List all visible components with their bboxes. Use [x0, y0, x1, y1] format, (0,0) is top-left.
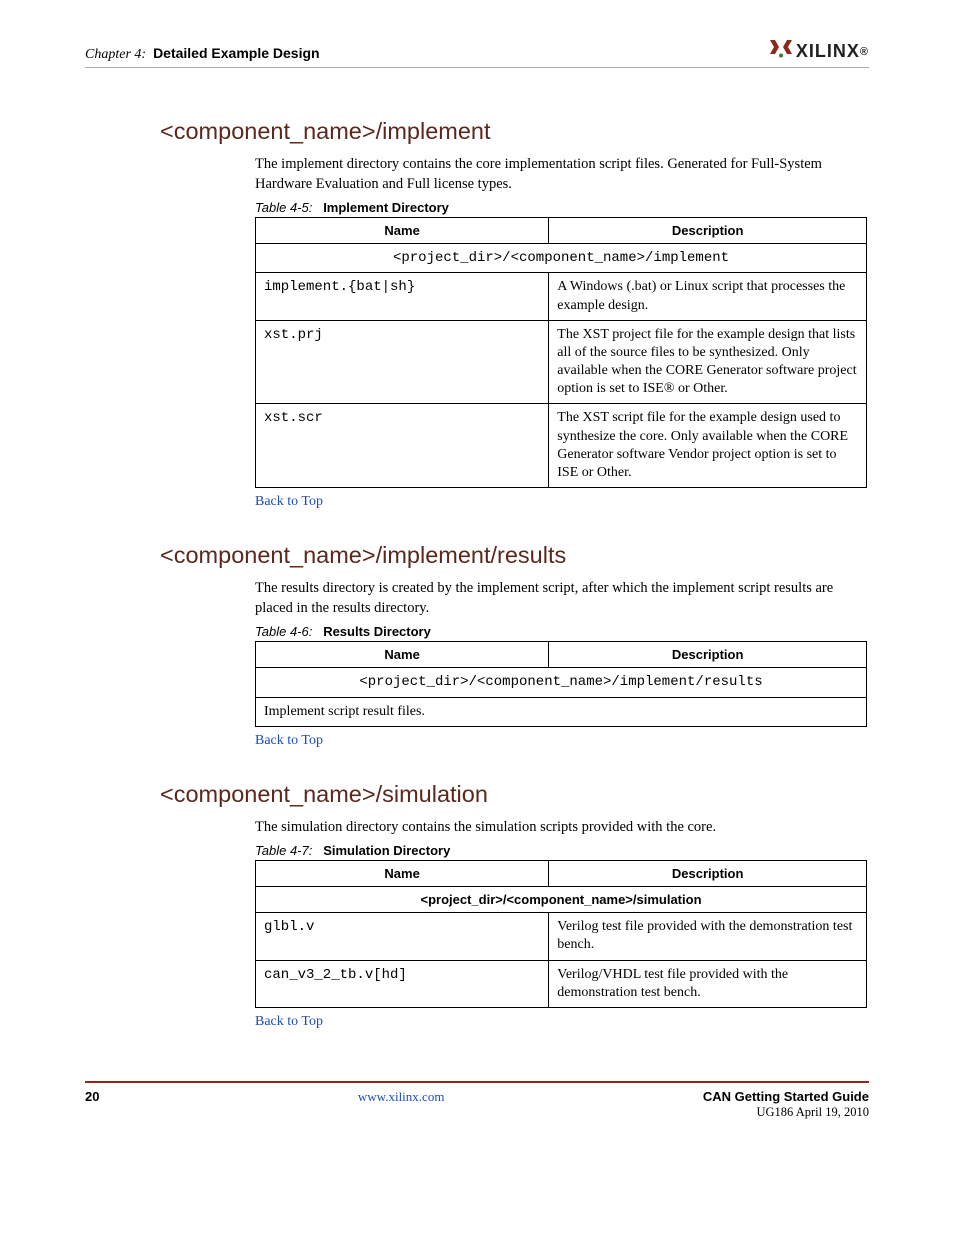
xilinx-url-link[interactable]: www.xilinx.com	[358, 1089, 445, 1104]
col-name: Name	[256, 218, 549, 244]
section-heading-implement: <component_name>/implement	[160, 118, 869, 145]
table-header-row: Name Description	[256, 642, 867, 668]
table-path-row: <project_dir>/<component_name>/implement	[256, 244, 867, 273]
back-to-top-link[interactable]: Back to Top	[255, 494, 869, 510]
table-caption: Table 4-7: Simulation Directory	[255, 843, 869, 858]
table-row: can_v3_2_tb.v[hd] Verilog/VHDL test file…	[256, 960, 867, 1007]
table-label: Table 4-7:	[255, 843, 312, 858]
footer-url: www.xilinx.com	[358, 1089, 445, 1105]
section-heading-simulation: <component_name>/simulation	[160, 781, 869, 808]
section-intro: The simulation directory contains the si…	[255, 818, 869, 838]
logo-icon	[770, 40, 792, 63]
section-heading-results: <component_name>/implement/results	[160, 542, 869, 569]
table-row: xst.prj The XST project file for the exa…	[256, 320, 867, 404]
section-intro: The implement directory contains the cor…	[255, 155, 869, 194]
footer-right: CAN Getting Started Guide UG186 April 19…	[703, 1089, 869, 1120]
ug-number: UG186 April 19, 2010	[756, 1105, 869, 1119]
table-row: Implement script result files.	[256, 697, 867, 726]
table-label: Table 4-6:	[255, 624, 312, 639]
table-title: Implement Directory	[323, 200, 449, 215]
back-to-top-link[interactable]: Back to Top	[255, 1014, 869, 1030]
chapter-label: Chapter 4: Detailed Example Design	[85, 45, 320, 63]
table-header-row: Name Description	[256, 861, 867, 887]
col-name: Name	[256, 861, 549, 887]
table-label: Table 4-5:	[255, 200, 312, 215]
implement-directory-table: Name Description <project_dir>/<componen…	[255, 217, 867, 488]
cell-desc: The XST project file for the example des…	[549, 320, 867, 404]
cell-desc: The XST script file for the example desi…	[549, 404, 867, 488]
cell-name: glbl.v	[256, 913, 549, 960]
back-to-top-link[interactable]: Back to Top	[255, 733, 869, 749]
xilinx-logo: XILINX ®	[770, 40, 869, 63]
guide-title: CAN Getting Started Guide	[703, 1089, 869, 1104]
path-cell: <project_dir>/<component_name>/simulatio…	[256, 887, 867, 913]
chapter-num: Chapter 4:	[85, 47, 146, 62]
reg-mark: ®	[860, 46, 869, 58]
cell-name: xst.scr	[256, 404, 549, 488]
table-path-row: <project_dir>/<component_name>/implement…	[256, 668, 867, 697]
table-path-row: <project_dir>/<component_name>/simulatio…	[256, 887, 867, 913]
table-row: xst.scr The XST script file for the exam…	[256, 404, 867, 488]
cell-name: implement.{bat|sh}	[256, 273, 549, 320]
path-cell: <project_dir>/<component_name>/implement	[256, 244, 867, 273]
table-title: Results Directory	[323, 624, 431, 639]
cell-desc: Verilog test file provided with the demo…	[549, 913, 867, 960]
chapter-title: Detailed Example Design	[153, 45, 320, 61]
page-footer: 20 www.xilinx.com CAN Getting Started Gu…	[85, 1081, 869, 1120]
logo-text: XILINX	[796, 41, 860, 62]
col-description: Description	[549, 218, 867, 244]
cell-desc: Verilog/VHDL test file provided with the…	[549, 960, 867, 1007]
table-caption: Table 4-6: Results Directory	[255, 624, 869, 639]
table-header-row: Name Description	[256, 218, 867, 244]
page-header: Chapter 4: Detailed Example Design XILIN…	[85, 40, 869, 68]
table-row: glbl.v Verilog test file provided with t…	[256, 913, 867, 960]
table-title: Simulation Directory	[323, 843, 450, 858]
col-name: Name	[256, 642, 549, 668]
section-intro: The results directory is created by the …	[255, 579, 869, 618]
col-description: Description	[549, 642, 867, 668]
table-row: implement.{bat|sh} A Windows (.bat) or L…	[256, 273, 867, 320]
path-cell: <project_dir>/<component_name>/implement…	[256, 668, 867, 697]
col-description: Description	[549, 861, 867, 887]
cell-desc: A Windows (.bat) or Linux script that pr…	[549, 273, 867, 320]
cell-name: xst.prj	[256, 320, 549, 404]
cell-full: Implement script result files.	[256, 697, 867, 726]
simulation-directory-table: Name Description <project_dir>/<componen…	[255, 860, 867, 1008]
table-caption: Table 4-5: Implement Directory	[255, 200, 869, 215]
results-directory-table: Name Description <project_dir>/<componen…	[255, 641, 867, 726]
cell-name: can_v3_2_tb.v[hd]	[256, 960, 549, 1007]
page-number: 20	[85, 1089, 99, 1104]
